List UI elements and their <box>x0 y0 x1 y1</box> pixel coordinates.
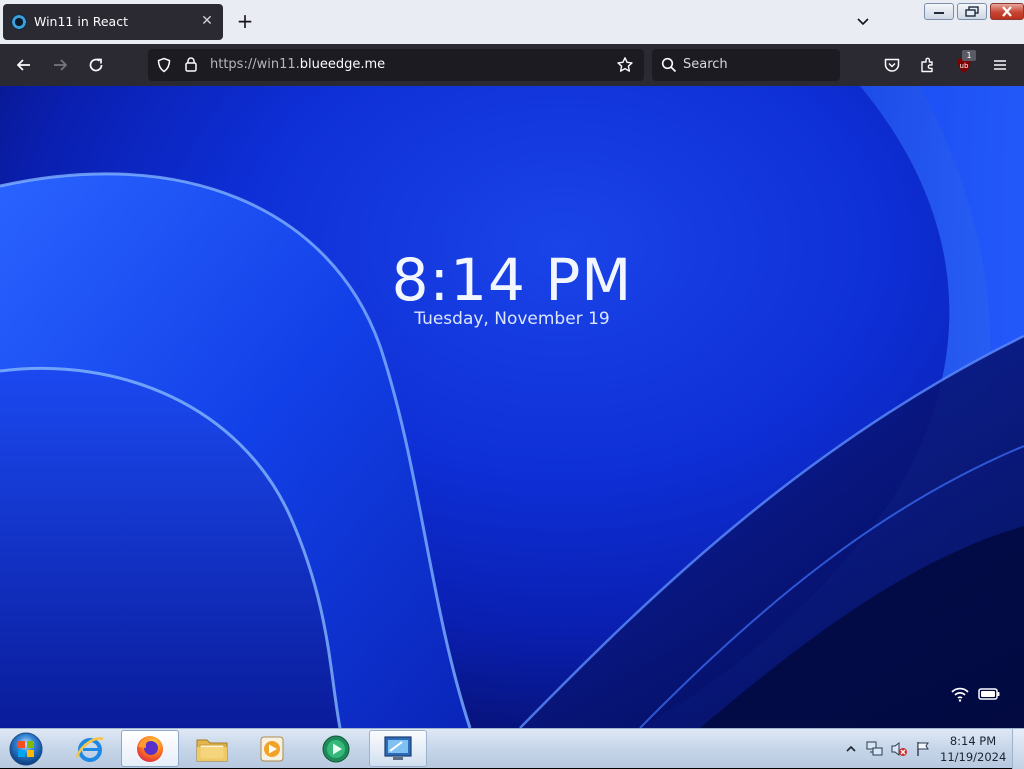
internet-explorer-icon <box>75 736 104 762</box>
tab-title: Win11 in React <box>34 14 128 29</box>
reload-icon <box>89 58 103 72</box>
remote-desktop-icon <box>384 735 412 760</box>
search-icon <box>661 57 677 73</box>
window-controls <box>924 3 1024 20</box>
navigation-toolbar: https://win11.blueedge.me Search ub 1 <box>0 44 1024 86</box>
taskbar-firefox[interactable] <box>121 730 179 767</box>
close-window-button[interactable] <box>990 3 1024 20</box>
pocket-icon <box>884 58 900 72</box>
app-menu-button[interactable] <box>988 53 1012 77</box>
minimize-icon <box>934 11 944 14</box>
taskbar-internet-explorer[interactable] <box>61 730 119 767</box>
pocket-button[interactable] <box>880 53 904 77</box>
extension-badge-count: 1 <box>962 50 976 61</box>
taskbar-clock-time[interactable]: 8:14 PM <box>940 734 1006 748</box>
url-prefix: https://win11. <box>210 57 300 72</box>
lock-screen-time: 8:14 PM <box>391 246 633 314</box>
taskbar-media-center[interactable] <box>307 730 365 767</box>
forward-button[interactable] <box>48 53 72 77</box>
back-button[interactable] <box>12 53 36 77</box>
lock-screen[interactable]: 8:14 PM Tuesday, November 19 <box>0 86 1024 728</box>
folder-icon <box>196 739 228 761</box>
browser-tab[interactable]: Win11 in React ✕ <box>3 4 223 40</box>
win11-favicon-icon <box>11 14 27 30</box>
taskbar: 8:14 PM 11/19/2024 <box>0 728 1024 769</box>
action-center-flag-icon[interactable] <box>914 740 932 758</box>
shield-icon[interactable] <box>156 57 172 73</box>
restore-icon <box>965 6 979 17</box>
firefox-icon <box>137 735 163 762</box>
taskbar-clock-date[interactable]: 11/19/2024 <box>940 750 1006 764</box>
windows-start-orb-icon <box>9 732 43 766</box>
puzzle-piece-icon <box>921 57 933 73</box>
svg-text:ub: ub <box>960 62 969 70</box>
taskbar-media-player[interactable] <box>243 730 301 767</box>
close-tab-icon[interactable]: ✕ <box>199 13 215 29</box>
chevron-down-icon <box>857 18 869 26</box>
arrow-right-icon <box>54 59 68 71</box>
tab-strip: Win11 in React ✕ + <box>0 0 1024 44</box>
new-tab-button[interactable]: + <box>234 11 256 33</box>
start-button[interactable] <box>6 730 46 768</box>
bloom-wallpaper <box>0 86 1024 728</box>
address-bar[interactable]: https://win11.blueedge.me <box>148 49 644 81</box>
lock-screen-date: Tuesday, November 19 <box>414 309 610 329</box>
reload-button[interactable] <box>84 53 108 77</box>
network-icon[interactable] <box>866 740 884 758</box>
wifi-icon <box>951 687 969 702</box>
url-text[interactable]: https://win11.blueedge.me <box>210 57 385 72</box>
url-domain: blueedge.me <box>299 57 386 72</box>
media-center-icon <box>322 735 350 762</box>
list-tabs-button[interactable] <box>852 11 874 33</box>
extensions-button[interactable] <box>916 53 940 77</box>
search-placeholder: Search <box>683 57 728 72</box>
show-desktop-button[interactable] <box>1012 729 1024 769</box>
restore-button[interactable] <box>957 3 987 20</box>
battery-icon <box>978 688 1000 700</box>
arrow-left-icon <box>16 59 30 71</box>
taskbar-remote-desktop[interactable] <box>369 730 427 767</box>
show-hidden-icons-chevron-icon[interactable] <box>846 744 856 754</box>
bookmark-star-icon[interactable] <box>616 56 634 74</box>
taskbar-file-explorer[interactable] <box>183 730 241 767</box>
lock-icon[interactable] <box>184 56 198 73</box>
close-icon <box>1002 6 1012 17</box>
media-player-icon <box>260 736 284 761</box>
volume-muted-icon[interactable] <box>890 740 908 758</box>
search-bar[interactable]: Search <box>652 49 840 81</box>
hamburger-menu-icon <box>994 60 1006 70</box>
minimize-button[interactable] <box>924 3 954 20</box>
